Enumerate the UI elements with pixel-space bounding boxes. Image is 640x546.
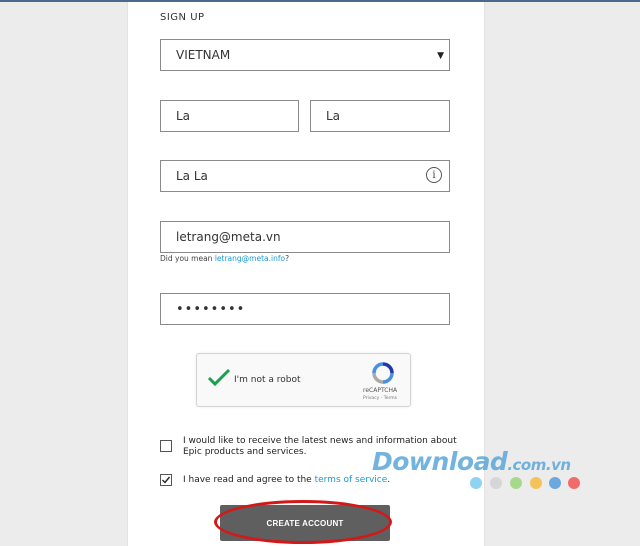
newsletter-checkbox[interactable] xyxy=(160,440,172,452)
first-name-value: La xyxy=(176,109,191,123)
highlight-ellipse xyxy=(214,500,392,544)
recaptcha-label: I'm not a robot xyxy=(234,375,301,385)
recaptcha-widget: I'm not a robot reCAPTCHA Privacy - Term… xyxy=(196,353,411,407)
terms-label: I have read and agree to the terms of se… xyxy=(183,475,390,486)
checkmark-icon[interactable] xyxy=(207,368,231,388)
country-value: VIETNAM xyxy=(176,48,231,62)
email-suggestion-link[interactable]: letrang@meta.info xyxy=(215,254,285,263)
email-value: letrang@meta.vn xyxy=(176,230,281,244)
form-title: SIGN UP xyxy=(160,12,205,23)
last-name-value: La xyxy=(326,109,341,123)
email-input[interactable]: letrang@meta.vn xyxy=(160,221,450,253)
email-suggestion: Did you mean letrang@meta.info? xyxy=(160,254,289,263)
recaptcha-brand: reCAPTCHA xyxy=(363,387,398,394)
terms-suffix: . xyxy=(387,475,391,485)
watermark-dot-3 xyxy=(510,477,522,489)
recaptcha-logo-icon xyxy=(372,362,394,384)
password-value: •••••••• xyxy=(176,301,246,317)
check-icon xyxy=(162,476,171,484)
watermark-dot-4 xyxy=(530,477,542,489)
watermark-dot-5 xyxy=(549,477,561,489)
terms-of-service-link[interactable]: terms of service xyxy=(315,475,388,485)
terms-checkbox[interactable] xyxy=(160,474,172,486)
dropdown-arrow-icon: ▼ xyxy=(437,51,444,61)
watermark-dot-2 xyxy=(490,477,502,489)
display-name-value: La La xyxy=(176,169,208,183)
watermark-main: Download xyxy=(372,447,508,476)
first-name-input[interactable]: La xyxy=(160,100,299,132)
watermark-dot-1 xyxy=(470,477,482,489)
email-suggestion-suffix: ? xyxy=(285,254,290,263)
watermark-dot-6 xyxy=(568,477,580,489)
watermark-suffix: .com.vn xyxy=(507,456,571,474)
recaptcha-links[interactable]: Privacy - Terms xyxy=(363,396,397,401)
info-icon[interactable]: i xyxy=(426,167,442,183)
terms-prefix: I have read and agree to the xyxy=(183,475,315,485)
display-name-input[interactable]: La La i xyxy=(160,160,450,192)
password-input[interactable]: •••••••• xyxy=(160,293,450,325)
watermark-logo: Download.com.vn xyxy=(372,447,571,476)
email-suggestion-prefix: Did you mean xyxy=(160,254,215,263)
last-name-input[interactable]: La xyxy=(310,100,450,132)
country-select[interactable]: VIETNAM ▼ xyxy=(160,39,450,71)
